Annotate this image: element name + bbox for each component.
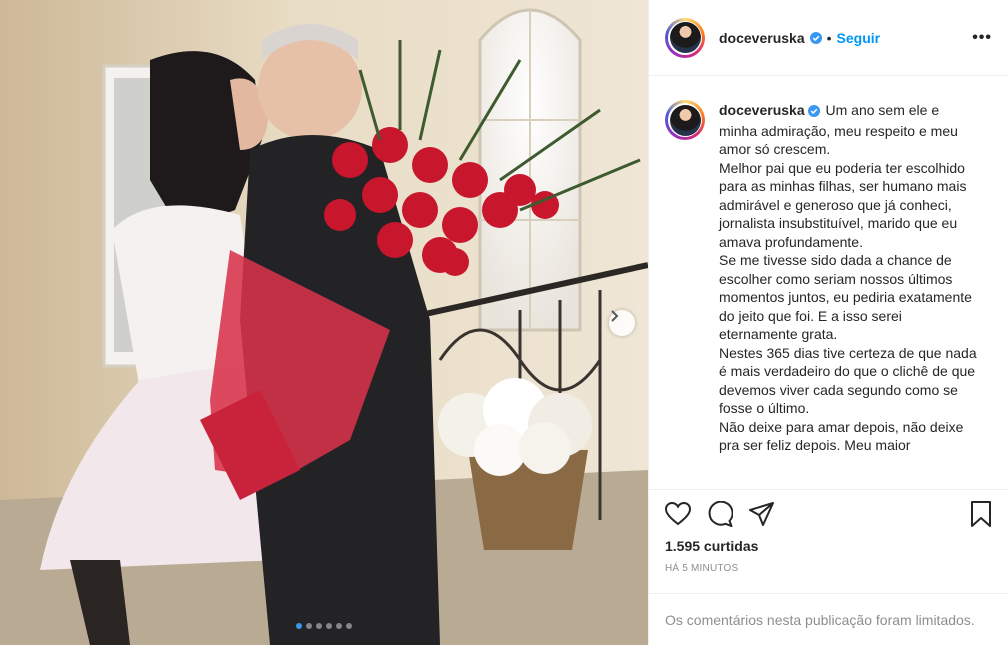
paper-plane-icon[interactable] xyxy=(749,502,775,526)
caption-avatar[interactable] xyxy=(665,100,705,140)
caption-text: Um ano sem ele e minha admiração, meu re… xyxy=(719,102,977,453)
carousel-indicator xyxy=(0,623,648,629)
carousel-dot xyxy=(346,623,352,629)
verified-badge-icon xyxy=(807,103,820,122)
more-options-icon[interactable]: ••• xyxy=(972,29,992,47)
carousel-dot xyxy=(296,623,302,629)
author-username[interactable]: doceveruska xyxy=(719,30,805,46)
carousel-dot xyxy=(316,623,322,629)
instagram-post: doceveruska • Seguir ••• doceveruska Um … xyxy=(0,0,1008,645)
post-header: doceveruska • Seguir ••• xyxy=(649,0,1008,76)
post-photo[interactable] xyxy=(0,0,648,645)
separator-dot: • xyxy=(826,29,832,46)
heart-icon[interactable] xyxy=(665,502,691,526)
follow-button[interactable]: Seguir xyxy=(837,30,881,46)
avatar[interactable] xyxy=(665,17,705,58)
post-side-panel: doceveruska • Seguir ••• doceveruska Um … xyxy=(648,0,1008,645)
comment-icon[interactable] xyxy=(707,501,733,527)
caption-username[interactable]: doceveruska xyxy=(719,102,805,118)
bookmark-icon[interactable] xyxy=(970,501,992,527)
carousel-dot xyxy=(336,623,342,629)
carousel-dot xyxy=(326,623,332,629)
likes-count[interactable]: 1.595 curtidas xyxy=(665,538,992,554)
post-actions: 1.595 curtidas HÁ 5 MINUTOS xyxy=(649,489,1008,593)
caption-area: doceveruska Um ano sem ele e minha admir… xyxy=(649,76,1008,489)
post-timestamp[interactable]: HÁ 5 MINUTOS xyxy=(665,563,992,574)
comments-limited-notice: Os comentários nesta publicação foram li… xyxy=(649,593,1008,645)
verified-badge-icon xyxy=(809,31,822,44)
post-caption: doceveruska Um ano sem ele e minha admir… xyxy=(719,101,981,489)
carousel-next-button[interactable] xyxy=(609,310,635,336)
carousel-dot xyxy=(306,623,312,629)
photo-scene xyxy=(0,0,648,645)
